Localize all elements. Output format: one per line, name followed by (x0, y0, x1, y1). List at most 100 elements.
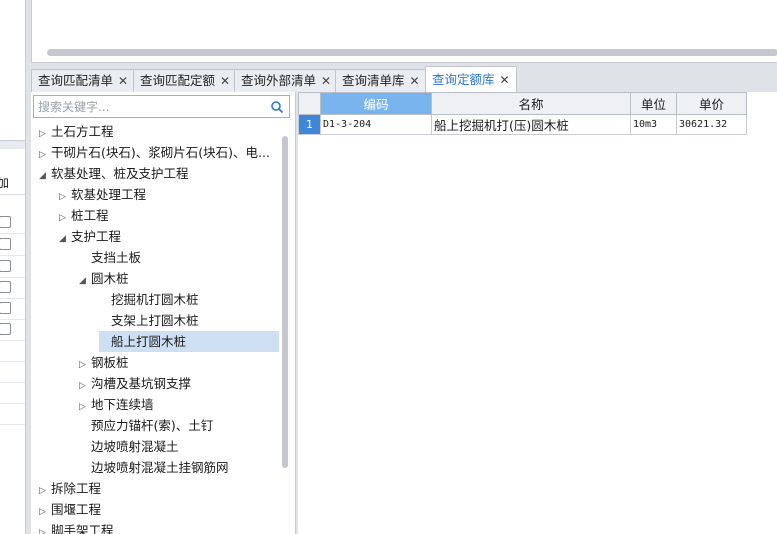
tree-item-label: 边坡喷射混凝土挂钢筋网 (91, 460, 229, 475)
column-header-name[interactable]: 名称 (431, 92, 631, 115)
cell-code[interactable]: D1-3-204 (320, 114, 432, 135)
expanded-arrow-icon[interactable]: ◢ (39, 166, 51, 187)
close-icon[interactable]: ✕ (410, 74, 420, 88)
tab-label: 查询外部清单 (241, 73, 317, 88)
left-panel-row[interactable] (0, 234, 25, 256)
row-checkbox[interactable] (0, 281, 11, 293)
cell-name[interactable]: 船上挖掘机打(压)圆木桩 (431, 114, 631, 135)
tree-item[interactable]: 边坡喷射混凝土 (79, 436, 179, 457)
tab-query-match-list[interactable]: 查询匹配清单 ✕ (31, 69, 136, 92)
search-icon[interactable] (270, 100, 284, 114)
corner-cell (298, 92, 321, 115)
left-panel-row[interactable] (0, 277, 25, 299)
tree-item-label: 软基处理、桩及支护工程 (51, 166, 189, 181)
tree-item-label: 支架上打圆木桩 (111, 313, 199, 328)
tab-label: 查询定额库 (432, 72, 495, 87)
tree-item-label: 脚手架工程 (51, 523, 114, 534)
tree-item-label: 土石方工程 (51, 124, 114, 139)
table-header-row: 编码 名称 单位 单价 (298, 92, 747, 115)
close-icon[interactable]: ✕ (321, 74, 331, 88)
left-panel-row[interactable] (0, 256, 25, 278)
tree-item[interactable]: ▷ 土石方工程 (39, 121, 114, 142)
tree-item-label: 沟槽及基坑钢支撑 (91, 376, 192, 391)
close-icon[interactable]: ✕ (118, 74, 128, 88)
row-checkbox[interactable] (0, 260, 11, 272)
cell-price[interactable]: 30621.32 (676, 114, 747, 135)
left-panel-row[interactable] (0, 212, 25, 234)
tree-item-label: 拆除工程 (51, 481, 102, 496)
tree-item[interactable]: 预应力锚杆(索)、土钉 (79, 415, 213, 436)
tree-item-label: 挖掘机打圆木桩 (111, 292, 199, 307)
left-side-panel: 加 (0, 0, 26, 534)
query-tab-strip: 查询匹配清单 ✕ 查询匹配定额 ✕ 查询外部清单 ✕ 查询清单库 ✕ 查询定额库 ✕ (31, 66, 777, 92)
top-content-panel (31, 0, 777, 63)
left-panel-header-bar (0, 140, 25, 149)
tree-item[interactable]: ▷ 钢板桩 (79, 352, 129, 373)
close-icon[interactable]: ✕ (500, 73, 510, 87)
column-header-code[interactable]: 编码 (320, 92, 432, 115)
tab-query-quota-library[interactable]: 查询定额库 ✕ (425, 66, 517, 92)
tree-item-label: 干砌片石(块石)、浆砌片石(块石)、电... (51, 145, 270, 160)
row-number[interactable]: 1 (298, 114, 321, 135)
tab-label: 查询匹配定额 (140, 73, 216, 88)
tree-item[interactable]: ◢ 支护工程 (59, 226, 121, 247)
tab-query-list-library[interactable]: 查询清单库 ✕ (335, 69, 427, 92)
tree-item-label: 支挡土板 (91, 250, 142, 265)
tab-query-external-list[interactable]: 查询外部清单 ✕ (234, 69, 339, 92)
tab-label: 查询匹配清单 (38, 73, 114, 88)
tree-item[interactable]: 挖掘机打圆木桩 (99, 289, 199, 310)
quota-table: 编码 名称 单位 单价 1 D1-3-204 船上挖掘机打(压)圆木桩 10m3… (298, 92, 747, 135)
tree-item[interactable]: ▷ 围堰工程 (39, 499, 101, 520)
horizontal-scrollbar[interactable] (47, 49, 777, 56)
close-icon[interactable]: ✕ (220, 74, 230, 88)
left-panel-header-label: 加 (0, 174, 9, 191)
tree-item[interactable]: ◢ 软基处理、桩及支护工程 (39, 163, 189, 184)
tree-item-label: 软基处理工程 (71, 187, 147, 202)
tree-item-label: 圆木桩 (91, 271, 129, 286)
tree-item[interactable]: 支挡土板 (79, 247, 141, 268)
table-row[interactable]: 1 D1-3-204 船上挖掘机打(压)圆木桩 10m3 30621.32 (298, 114, 747, 135)
tree-item[interactable]: ▷ 沟槽及基坑钢支撑 (79, 373, 191, 394)
cell-unit[interactable]: 10m3 (630, 114, 677, 135)
tree-vertical-scrollbar[interactable] (282, 136, 288, 468)
tree-item-label: 桩工程 (71, 208, 109, 223)
row-checkbox[interactable] (0, 238, 11, 250)
search-input[interactable] (34, 96, 267, 117)
left-panel-row (0, 403, 25, 425)
expanded-arrow-icon[interactable]: ◢ (79, 271, 91, 292)
tree-item[interactable]: ▷ 干砌片石(块石)、浆砌片石(块石)、电... (39, 142, 270, 163)
tab-query-match-quota[interactable]: 查询匹配定额 ✕ (133, 69, 238, 92)
search-box (33, 95, 290, 118)
row-checkbox[interactable] (0, 302, 11, 314)
left-panel-row[interactable] (0, 319, 25, 341)
tree-item-label: 钢板桩 (91, 355, 129, 370)
tree-item[interactable]: ▷ 桩工程 (59, 205, 109, 226)
tree-item[interactable]: ▷ 拆除工程 (39, 478, 101, 499)
tree-item[interactable]: 支架上打圆木桩 (99, 310, 199, 331)
quota-tree-panel: ▷土石方工程▷干砌片石(块石)、浆砌片石(块石)、电...◢软基处理、桩及支护工… (31, 92, 296, 534)
left-panel-row[interactable] (0, 298, 25, 320)
column-header-price[interactable]: 单价 (676, 92, 747, 115)
collapsed-arrow-icon[interactable]: ▷ (39, 523, 51, 534)
tree-item[interactable]: ▷ 脚手架工程 (39, 520, 114, 534)
expanded-arrow-icon[interactable]: ◢ (59, 229, 71, 250)
left-panel-column-header: 加 (0, 170, 25, 195)
row-checkbox[interactable] (0, 323, 11, 335)
column-header-unit[interactable]: 单位 (630, 92, 677, 115)
quota-grid-panel: 编码 名称 单位 单价 1 D1-3-204 船上挖掘机打(压)圆木桩 10m3… (298, 92, 777, 534)
left-panel-row (0, 382, 25, 404)
tree-item[interactable]: 边坡喷射混凝土挂钢筋网 (79, 457, 229, 478)
tree-item[interactable]: ◢ 圆木桩 (79, 268, 129, 289)
left-panel-row (0, 340, 25, 362)
tree-item-label: 船上打圆木桩 (111, 334, 187, 349)
tree-item[interactable]: ▷ 地下连续墙 (79, 394, 154, 415)
tree-item-label: 边坡喷射混凝土 (91, 439, 179, 454)
tab-label: 查询清单库 (342, 73, 405, 88)
row-checkbox[interactable] (0, 216, 11, 228)
tree-item-label: 预应力锚杆(索)、土钉 (91, 418, 214, 433)
left-panel-row (0, 361, 25, 383)
tree-item-label: 围堰工程 (51, 502, 102, 517)
tree-item[interactable]: 船上打圆木桩 (99, 331, 279, 352)
tree-item-label: 地下连续墙 (91, 397, 154, 412)
tree-item[interactable]: ▷ 软基处理工程 (59, 184, 146, 205)
